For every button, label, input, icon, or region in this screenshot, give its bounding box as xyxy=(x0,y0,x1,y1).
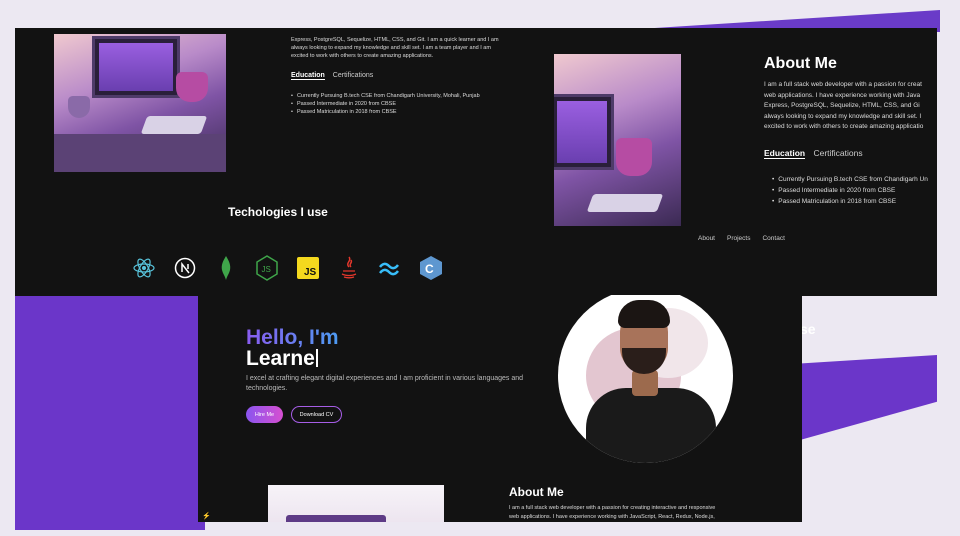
portfolio-window-top: Express, PostgreSQL, Sequelize, HTML, CS… xyxy=(15,28,937,296)
cup xyxy=(68,96,90,118)
tab-certifications[interactable]: Certifications xyxy=(333,72,373,79)
hire-me-button[interactable]: Hire Me xyxy=(246,406,283,423)
about-title-bottom: About Me xyxy=(509,485,564,499)
javascript-icon: JS xyxy=(287,248,328,288)
keyboard xyxy=(140,116,208,134)
intro-line: Express, PostgreSQL, Sequelize, HTML, CS… xyxy=(291,37,499,43)
about-title-right: About Me xyxy=(764,55,837,72)
about-line: web applications. I have experience work… xyxy=(509,513,715,520)
mug xyxy=(176,72,208,102)
desk-illustration-bottom xyxy=(268,485,444,522)
java-icon xyxy=(328,248,369,288)
desk-illustration xyxy=(54,34,226,172)
hero-name: Learne xyxy=(246,347,318,371)
desk-illustration-right xyxy=(554,54,681,226)
purple-backdrop-right xyxy=(800,355,937,440)
partial-heading: se xyxy=(800,321,816,337)
screenshot-stage: Express, PostgreSQL, Sequelize, HTML, CS… xyxy=(0,0,960,536)
list-item: Currently Pursuing B.tech CSE from Chand… xyxy=(291,92,480,100)
svg-text:JS: JS xyxy=(261,265,270,274)
portfolio-window-hero: Hello, I'm Learne I excel at crafting el… xyxy=(198,295,802,522)
mug xyxy=(616,138,652,176)
purple-backdrop-left xyxy=(15,290,205,530)
intro-line: always looking to expand my knowledge an… xyxy=(291,45,491,51)
nodejs-icon: JS xyxy=(246,248,287,288)
monitor xyxy=(92,36,180,98)
svg-text:C: C xyxy=(425,262,434,276)
react-icon xyxy=(123,248,164,288)
nav-contact[interactable]: Contact xyxy=(762,235,784,242)
about-line: Express, PostgreSQL, Sequelize, HTML, CS… xyxy=(764,102,920,109)
list-item: Passed Intermediate in 2020 from CBSE xyxy=(291,100,480,108)
nav-about[interactable]: About xyxy=(698,235,715,242)
about-line: I am a full stack web developer with a p… xyxy=(509,505,716,511)
typing-cursor xyxy=(315,349,318,367)
hero-name-text: Learne xyxy=(246,347,315,370)
tech-icons-row: JS JS C xyxy=(123,248,451,288)
nav-projects[interactable]: Projects xyxy=(727,235,750,242)
tabs-top: Education Certifications xyxy=(291,72,373,80)
about-text-bottom: I am a full stack web developer with a p… xyxy=(509,504,739,521)
about-line: web applications. I have experience work… xyxy=(764,91,921,99)
cpp-icon: C xyxy=(410,248,451,288)
about-line: I am a full stack web developer with a p… xyxy=(764,81,922,88)
list-item: Passed Matriculation in 2018 from CBSE xyxy=(291,108,480,116)
tailwind-icon xyxy=(369,248,410,288)
tabs-right: Education Certifications xyxy=(764,148,863,159)
about-line: excited to work with others to create am… xyxy=(764,123,924,130)
tab-certifications[interactable]: Certifications xyxy=(813,148,862,158)
profile-avatar xyxy=(558,295,733,463)
svg-text:JS: JS xyxy=(304,267,317,278)
education-list-top: Currently Pursuing B.tech CSE from Chand… xyxy=(291,92,480,116)
tab-education[interactable]: Education xyxy=(291,72,325,80)
list-item: Passed Matriculation in 2018 from CBSE xyxy=(772,196,928,207)
about-text-right: I am a full stack web developer with a p… xyxy=(764,80,937,133)
lightning-icon[interactable]: ⚡ xyxy=(202,512,211,520)
intro-text-top: Express, PostgreSQL, Sequelize, HTML, CS… xyxy=(291,36,499,60)
hero-intro: I excel at crafting elegant digital expe… xyxy=(246,375,524,392)
list-item: Passed Intermediate in 2020 from CBSE xyxy=(772,185,928,196)
nav-links: About Projects Contact xyxy=(698,235,785,242)
nextjs-icon xyxy=(164,248,205,288)
monitor xyxy=(554,94,614,170)
technologies-title: Techologies I use xyxy=(228,205,328,219)
keyboard xyxy=(586,194,664,212)
mongodb-icon xyxy=(205,248,246,288)
education-list-right: Currently Pursuing B.tech CSE from Chand… xyxy=(772,174,928,207)
download-cv-button[interactable]: Download CV xyxy=(291,406,342,423)
list-item: Currently Pursuing B.tech CSE from Chand… xyxy=(772,174,928,185)
intro-line: excited to work with others to create am… xyxy=(291,53,434,59)
about-line: always looking to expand my knowledge an… xyxy=(764,112,922,120)
tab-education[interactable]: Education xyxy=(764,148,806,159)
